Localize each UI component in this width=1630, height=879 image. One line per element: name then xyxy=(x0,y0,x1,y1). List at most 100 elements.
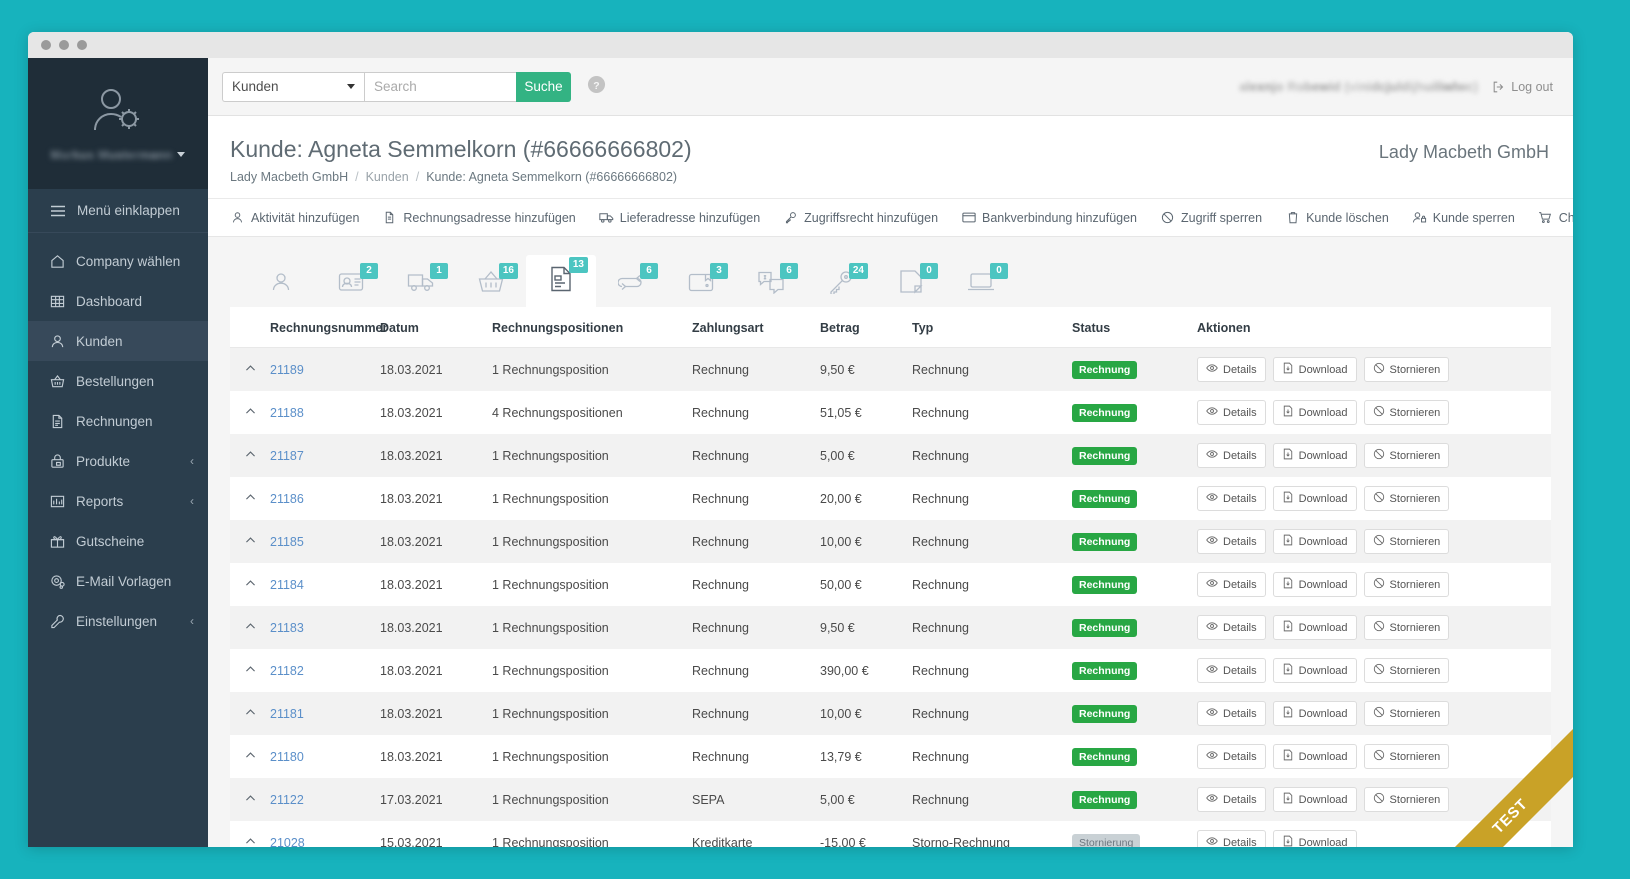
action-details-button[interactable]: Details xyxy=(1197,744,1266,769)
action-stornieren-button[interactable]: Stornieren xyxy=(1363,443,1450,468)
window-minimize-dot[interactable] xyxy=(59,40,69,50)
invoice-link[interactable]: 21187 xyxy=(270,449,304,463)
action-details-button[interactable]: Details xyxy=(1197,787,1266,812)
row-expand-toggle[interactable] xyxy=(230,520,264,563)
action-download-button[interactable]: Download xyxy=(1272,357,1357,382)
action-download-button[interactable]: Download xyxy=(1272,658,1357,683)
action-rechnungsadresse-hinzufuegen[interactable]: Rechnungsadresse hinzufügen xyxy=(382,210,576,225)
action-details-button[interactable]: Details xyxy=(1197,572,1266,597)
row-expand-toggle[interactable] xyxy=(230,692,264,735)
tab-geraete[interactable]: 0 xyxy=(946,261,1016,307)
th-typ[interactable]: Typ xyxy=(906,307,1066,348)
tab-zahlungsarten[interactable]: 3 xyxy=(666,261,736,307)
action-bankverbindung-hinzufuegen[interactable]: Bankverbindung hinzufügen xyxy=(961,210,1137,225)
tab-lieferadressen[interactable]: 1 xyxy=(386,261,456,307)
action-details-button[interactable]: Details xyxy=(1197,486,1266,511)
sidebar-item-kunden[interactable]: Kunden xyxy=(28,321,208,361)
invoice-link[interactable]: 21028 xyxy=(270,836,305,848)
action-download-button[interactable]: Download xyxy=(1272,443,1357,468)
window-close-dot[interactable] xyxy=(41,40,51,50)
action-download-button[interactable]: Download xyxy=(1272,529,1357,554)
sidebar-item-bestellungen[interactable]: Bestellungen xyxy=(28,361,208,401)
action-details-button[interactable]: Details xyxy=(1197,529,1266,554)
action-stornieren-button[interactable]: Stornieren xyxy=(1363,615,1450,640)
row-expand-toggle[interactable] xyxy=(230,434,264,477)
invoice-link[interactable]: 21189 xyxy=(270,363,304,377)
search-button[interactable]: Suche xyxy=(516,71,571,102)
invoice-link[interactable]: 21122 xyxy=(270,793,304,807)
action-kunde-loeschen[interactable]: Kunde löschen xyxy=(1285,210,1389,225)
action-details-button[interactable]: Details xyxy=(1197,443,1266,468)
row-expand-toggle[interactable] xyxy=(230,778,264,821)
invoice-link[interactable]: 21182 xyxy=(270,664,304,678)
action-stornieren-button[interactable]: Stornieren xyxy=(1363,744,1450,769)
tab-notizen[interactable]: 0 xyxy=(876,261,946,307)
sidebar-item-company[interactable]: Company wählen xyxy=(28,241,208,281)
search-input[interactable] xyxy=(364,71,516,102)
action-download-button[interactable]: Download xyxy=(1272,572,1357,597)
tab-bestellungen[interactable]: 16 xyxy=(456,261,526,307)
action-download-button[interactable]: Download xyxy=(1272,830,1357,847)
invoice-link[interactable]: 21185 xyxy=(270,535,304,549)
action-details-button[interactable]: Details xyxy=(1197,830,1266,847)
action-kunde-sperren[interactable]: Kunde sperren xyxy=(1412,210,1515,225)
action-details-button[interactable]: Details xyxy=(1197,400,1266,425)
sidebar-collapse-toggle[interactable]: Menü einklappen xyxy=(28,189,208,233)
th-betrag[interactable]: Betrag xyxy=(814,307,906,348)
row-expand-toggle[interactable] xyxy=(230,821,264,847)
action-download-button[interactable]: Download xyxy=(1272,615,1357,640)
sidebar-item-gutscheine[interactable]: Gutscheine xyxy=(28,521,208,561)
row-expand-toggle[interactable] xyxy=(230,606,264,649)
th-rechnungsnummer[interactable]: Rechnungsnummer xyxy=(264,307,387,348)
tab-kunde[interactable] xyxy=(246,261,316,307)
tab-zugriffsrechte[interactable]: 24 xyxy=(806,261,876,307)
action-stornieren-button[interactable]: Stornieren xyxy=(1363,529,1450,554)
th-status[interactable]: Status xyxy=(1066,307,1191,348)
logout-button[interactable]: Log out xyxy=(1491,79,1553,94)
row-expand-toggle[interactable] xyxy=(230,391,264,434)
action-details-button[interactable]: Details xyxy=(1197,615,1266,640)
sidebar-item-email-vorlagen[interactable]: E-Mail Vorlagen xyxy=(28,561,208,601)
row-expand-toggle[interactable] xyxy=(230,735,264,778)
row-expand-toggle[interactable] xyxy=(230,649,264,692)
action-stornieren-button[interactable]: Stornieren xyxy=(1363,572,1450,597)
action-stornieren-button[interactable]: Stornieren xyxy=(1363,658,1450,683)
invoice-link[interactable]: 21186 xyxy=(270,492,304,506)
tab-rechnungen[interactable]: 13 xyxy=(526,255,596,307)
action-details-button[interactable]: Details xyxy=(1197,658,1266,683)
action-stornieren-button[interactable]: Stornieren xyxy=(1363,357,1450,382)
tab-abos[interactable]: 6 xyxy=(596,261,666,307)
sidebar-user-menu[interactable]: Markus Mustermann xyxy=(51,148,186,162)
action-stornieren-button[interactable]: Stornieren xyxy=(1363,787,1450,812)
action-download-button[interactable]: Download xyxy=(1272,400,1357,425)
action-download-button[interactable]: Download xyxy=(1272,701,1357,726)
action-stornieren-button[interactable]: Stornieren xyxy=(1363,701,1450,726)
invoice-link[interactable]: 21188 xyxy=(270,406,304,420)
breadcrumb-item-0[interactable]: Lady Macbeth GmbH xyxy=(230,170,348,184)
question-mark-icon[interactable]: ? xyxy=(587,75,606,99)
search-scope-select[interactable]: Kunden xyxy=(222,71,364,102)
row-expand-toggle[interactable] xyxy=(230,477,264,520)
sidebar-item-reports[interactable]: Reports ‹ xyxy=(28,481,208,521)
breadcrumb-item-1[interactable]: Kunden xyxy=(366,170,409,184)
th-datum[interactable]: Datum xyxy=(374,307,486,348)
action-lieferadresse-hinzufuegen[interactable]: Lieferadresse hinzufügen xyxy=(599,210,760,225)
row-expand-toggle[interactable] xyxy=(230,563,264,606)
invoice-link[interactable]: 21183 xyxy=(270,621,304,635)
sidebar-item-einstellungen[interactable]: Einstellungen ‹ xyxy=(28,601,208,641)
invoice-link[interactable]: 21181 xyxy=(270,707,304,721)
action-details-button[interactable]: Details xyxy=(1197,357,1266,382)
action-details-button[interactable]: Details xyxy=(1197,701,1266,726)
tab-adressen[interactable]: 2 xyxy=(316,261,386,307)
action-stornieren-button[interactable]: Stornieren xyxy=(1363,400,1450,425)
action-download-button[interactable]: Download xyxy=(1272,486,1357,511)
sidebar-item-dashboard[interactable]: Dashboard xyxy=(28,281,208,321)
th-rechnungspositionen[interactable]: Rechnungspositionen xyxy=(486,307,686,348)
action-aktivitaet-hinzufuegen[interactable]: Aktivität hinzufügen xyxy=(230,210,359,225)
tab-kommunikation[interactable]: 6 xyxy=(736,261,806,307)
action-download-button[interactable]: Download xyxy=(1272,787,1357,812)
sidebar-item-rechnungen[interactable]: Rechnungen xyxy=(28,401,208,441)
action-stornieren-button[interactable]: Stornieren xyxy=(1363,486,1450,511)
sidebar-item-produkte[interactable]: Produkte ‹ xyxy=(28,441,208,481)
action-zugriff-sperren[interactable]: Zugriff sperren xyxy=(1160,210,1262,225)
